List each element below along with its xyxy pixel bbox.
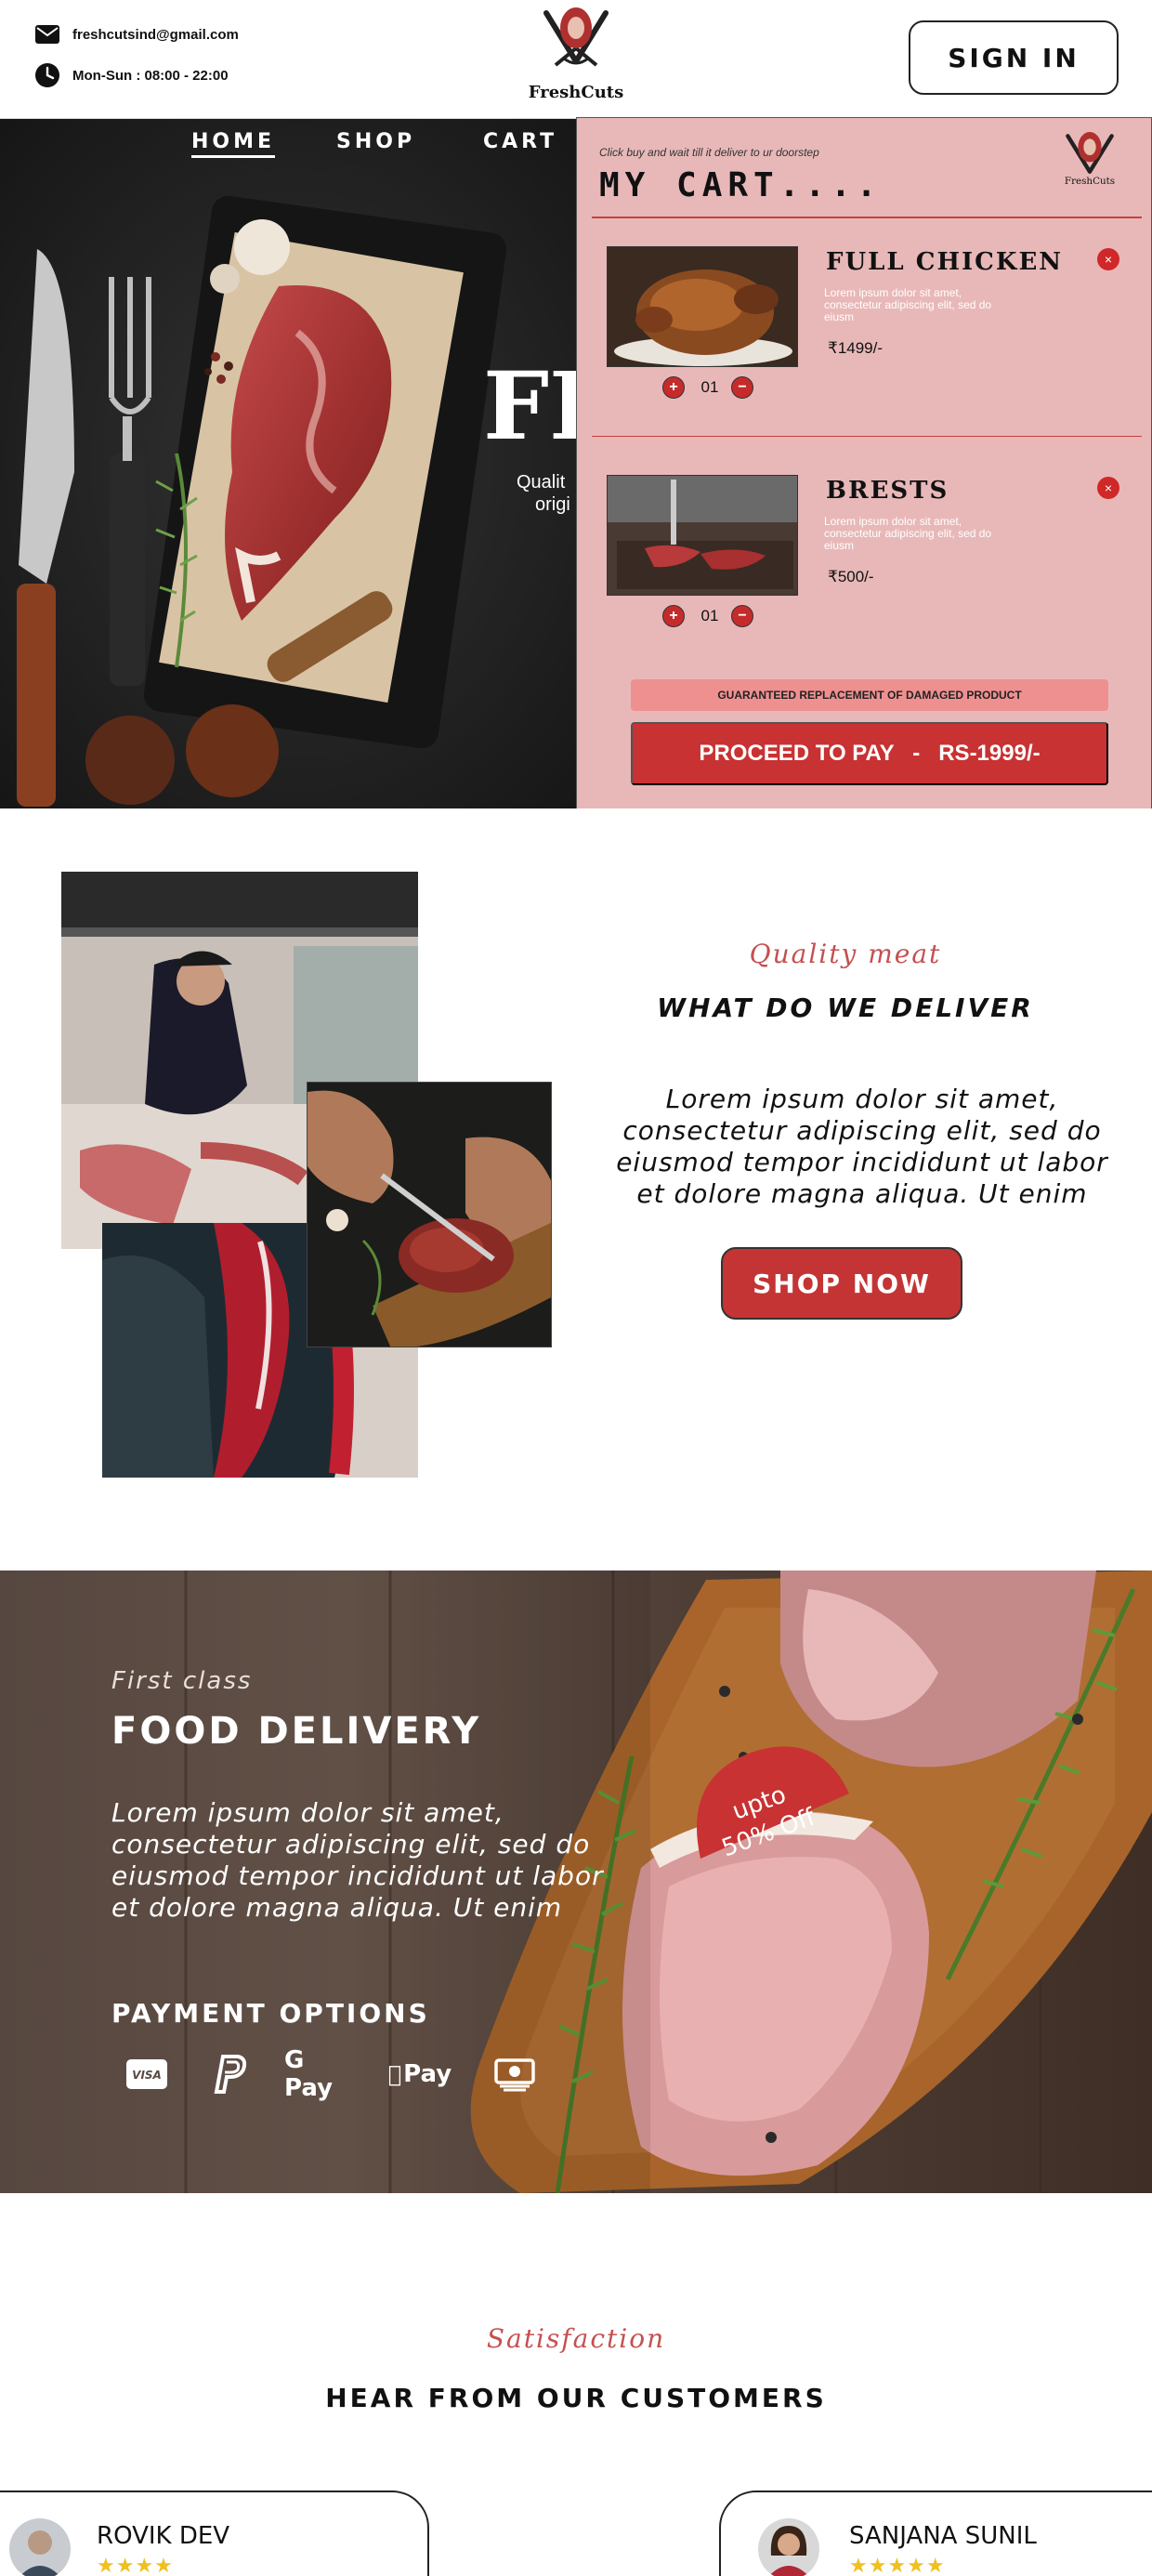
cart-item-name: BRESTS: [826, 477, 949, 505]
customer-name: SANJANA SUNIL: [849, 2522, 1037, 2550]
cart-item-description: Lorem ipsum dolor sit amet, consectetur …: [824, 286, 992, 323]
quality-kicker: Quality meat: [749, 939, 942, 969]
testimonials-section: Satisfaction HEAR FROM OUR CUSTOMERS ROV…: [0, 2193, 1152, 2576]
cart-item-image: [607, 246, 798, 367]
logo-emblem-icon: [543, 7, 609, 67]
cash-icon: [491, 2054, 539, 2095]
cart-divider: [592, 217, 1142, 218]
remove-item-button[interactable]: ×: [1097, 248, 1119, 270]
email-text: freshcutsind@gmail.com: [72, 26, 239, 43]
testimonials-heading: HEAR FROM OUR CUSTOMERS: [325, 2383, 827, 2413]
delivery-kicker: First class: [111, 1667, 253, 1695]
nav-cart-link[interactable]: CART: [483, 130, 557, 153]
cart-item-description: Lorem ipsum dolor sit amet, consectetur …: [824, 515, 992, 552]
applepay-icon: Pay: [388, 2060, 452, 2088]
site-header: freshcutsind@gmail.com Mon-Sun : 08:00 -…: [0, 0, 1152, 119]
mail-icon: [35, 22, 59, 46]
cart-note: Click buy and wait till it deliver to ur…: [599, 146, 819, 159]
delivery-title: FOOD DELIVERY: [111, 1710, 482, 1753]
clock-icon: [35, 63, 59, 87]
cart-panel: Click buy and wait till it deliver to ur…: [576, 117, 1152, 810]
contact-hours: Mon-Sun : 08:00 - 22:00: [35, 63, 229, 87]
testimonial-card: ROVIK DEV ★★★★: [0, 2491, 429, 2576]
increase-qty-button[interactable]: +: [662, 376, 685, 399]
hours-text: Mon-Sun : 08:00 - 22:00: [72, 67, 229, 84]
brand-logo[interactable]: FreshCuts: [520, 4, 632, 108]
paypal-icon: [208, 2054, 253, 2095]
hero-meat-board-image: [0, 119, 595, 808]
remove-item-button[interactable]: ×: [1097, 477, 1119, 499]
cart-item-image: [607, 475, 798, 596]
avatar: [758, 2518, 819, 2576]
item-quantity: 01: [700, 607, 719, 624]
payment-options-title: PAYMENT OPTIONS: [111, 1998, 430, 2029]
decrease-qty-button[interactable]: −: [731, 376, 753, 399]
quality-section: Quality meat WHAT DO WE DELIVER Lorem ip…: [0, 808, 1152, 1571]
item-quantity: 01: [700, 378, 719, 396]
cart-logo-icon: FreshCuts: [1065, 131, 1115, 187]
gpay-icon: G Pay: [284, 2046, 334, 2102]
testimonial-card: SANJANA SUNIL ★★★★★: [719, 2491, 1152, 2576]
cart-item-price: ₹1499/-: [828, 339, 884, 357]
cart-title: MY CART....: [599, 166, 883, 204]
cart-item: BRESTS Lorem ipsum dolor sit amet, conse…: [577, 475, 1152, 698]
visa-icon: VISA: [124, 2054, 169, 2095]
avatar: [9, 2518, 71, 2576]
rating-stars: ★★★★★: [849, 2554, 946, 2576]
hero-subtitle-line1: Qualit: [517, 472, 566, 493]
brand-name: FreshCuts: [528, 83, 624, 102]
slicing-steak-photo: [307, 1082, 552, 1347]
hero-subtitle-line2: origi: [535, 494, 570, 515]
quality-body-text: Lorem ipsum dolor sit amet, consectetur …: [616, 1084, 1108, 1209]
svg-text:VISA: VISA: [132, 2069, 162, 2082]
delivery-body-text: Lorem ipsum dolor sit amet, consectetur …: [111, 1797, 604, 1923]
guarantee-banner: GUARANTEED REPLACEMENT OF DAMAGED PRODUC…: [631, 679, 1108, 711]
discount-badge: upto 50% Off: [697, 1746, 849, 1862]
customer-name: ROVIK DEV: [97, 2522, 230, 2550]
nav-shop-link[interactable]: SHOP: [336, 130, 415, 153]
shop-now-button[interactable]: SHOP NOW: [721, 1247, 962, 1320]
cart-item-price: ₹500/-: [828, 568, 874, 585]
rating-stars: ★★★★: [97, 2554, 174, 2576]
proceed-to-pay-button[interactable]: PROCEED TO PAY - RS-1999/-: [631, 722, 1108, 785]
contact-email[interactable]: freshcutsind@gmail.com: [35, 22, 239, 46]
nav-home-link[interactable]: HOME: [191, 130, 276, 158]
cart-item-name: FULL CHICKEN: [826, 248, 1064, 276]
cart-divider: [592, 436, 1142, 437]
decrease-qty-button[interactable]: −: [731, 605, 753, 627]
delivery-section: upto 50% Off First class FOOD DELIVERY L…: [0, 1571, 1152, 2193]
quality-heading: WHAT DO WE DELIVER: [657, 992, 1034, 1023]
increase-qty-button[interactable]: +: [662, 605, 685, 627]
testimonials-kicker: Satisfaction: [486, 2323, 666, 2354]
svg-text:FreshCuts: FreshCuts: [1065, 176, 1115, 187]
sign-in-button[interactable]: SIGN IN: [909, 20, 1119, 95]
